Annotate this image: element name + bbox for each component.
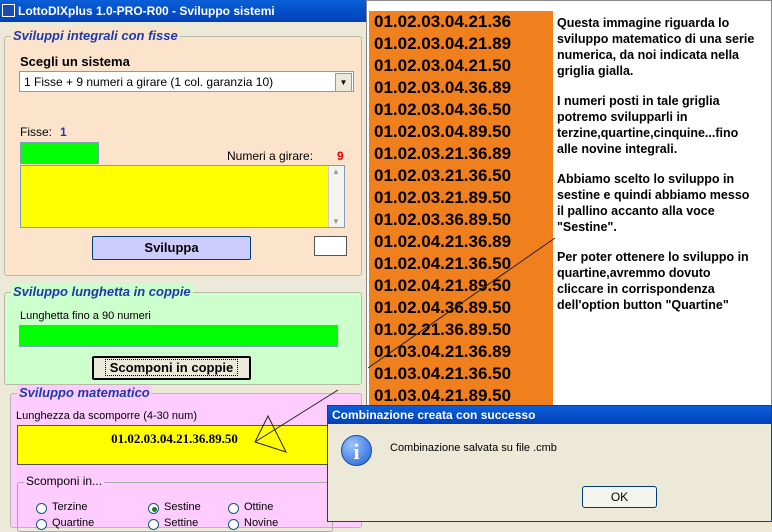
system-select[interactable]: 1 Fisse + 9 numeri a girare (1 col. gara…	[19, 71, 354, 92]
girare-label: Numeri a girare:	[227, 149, 314, 163]
scomponi-in-group: Scomponi in... Terzine Sestine Ottine Qu…	[17, 474, 333, 532]
sviluppa-button-label: Sviluppa	[144, 240, 199, 255]
radio-quartine-label: Quartine	[52, 517, 95, 529]
dialog-message: Combinazione salvata su file .cmb	[390, 442, 557, 454]
scomponi-coppie-label: Scomponi in coppie	[104, 359, 239, 376]
radio-novine[interactable]	[228, 519, 239, 530]
radio-ottine[interactable]	[228, 503, 239, 514]
girare-numbers-textarea[interactable]: ▲ ▼	[20, 165, 345, 228]
lunghezza-label: Lunghezza da scomporre (4-30 num)	[16, 410, 197, 422]
radio-sestine[interactable]	[148, 503, 159, 514]
explanation-paragraph: I numeri posti in tale griglia potremo s…	[557, 94, 739, 156]
dialog-title: Combinazione creata con successo	[332, 408, 536, 422]
result-row: 01.02.03.04.21.50	[374, 56, 512, 75]
explanation-paragraph: Per poter ottenere lo sviluppo in quarti…	[557, 250, 749, 312]
scroll-up-icon[interactable]: ▲	[332, 167, 340, 176]
result-row: 01.02.03.04.21.89	[374, 34, 512, 53]
title-bar[interactable]: LottoDIXplus 1.0-PRO-R00 - Sviluppo sist…	[0, 0, 366, 22]
scomponi-in-legend: Scomponi in...	[24, 474, 105, 488]
result-row: 01.02.03.04.21.36	[374, 12, 512, 31]
scomponi-coppie-button[interactable]: Scomponi in coppie	[92, 356, 251, 380]
message-dialog: Combinazione creata con successo i Combi…	[327, 405, 772, 522]
fisse-input[interactable]	[20, 142, 99, 164]
ok-button-label: OK	[610, 490, 629, 504]
radio-terzine[interactable]	[36, 503, 47, 514]
fisse-count: 1	[60, 125, 67, 139]
result-row: 01.02.03.21.36.50	[374, 166, 512, 185]
group-matematico-legend: Sviluppo matematico	[17, 385, 152, 400]
radio-settine-label: Settine	[164, 517, 199, 529]
system-select-value: 1 Fisse + 9 numeri a girare (1 col. gara…	[24, 75, 274, 89]
app-icon	[2, 4, 15, 17]
radio-novine-label: Novine	[244, 517, 279, 529]
radio-ottine-label: Ottine	[244, 501, 274, 513]
result-row: 01.02.03.21.89.50	[374, 188, 512, 207]
radio-settine[interactable]	[148, 519, 159, 530]
chevron-down-icon[interactable]: ▼	[335, 73, 352, 92]
fisse-label: Fisse:	[20, 125, 53, 139]
window-title: LottoDIXplus 1.0-PRO-R00 - Sviluppo sist…	[18, 4, 275, 18]
result-row: 01.02.03.21.36.89	[374, 144, 512, 163]
group-integrali-legend: Sviluppi integrali con fisse	[11, 28, 180, 43]
girare-count: 9	[337, 149, 344, 163]
explanation-text: Questa immagine riguarda lo sviluppo mat…	[557, 15, 757, 327]
result-row: 01.02.03.36.89.50	[374, 210, 512, 229]
group-lunghetta-legend: Sviluppo lunghetta in coppie	[11, 284, 193, 299]
result-row: 01.02.03.04.36.89	[374, 78, 512, 97]
radio-sestine-label: Sestine	[164, 501, 201, 513]
info-icon: i	[341, 435, 372, 466]
result-row: 01.02.03.04.36.50	[374, 100, 512, 119]
ok-button[interactable]: OK	[582, 486, 657, 508]
radio-terzine-label: Terzine	[52, 501, 88, 513]
choose-system-label: Scegli un sistema	[20, 54, 130, 69]
textarea-scrollbar[interactable]: ▲ ▼	[328, 166, 344, 227]
scroll-down-icon[interactable]: ▼	[332, 217, 340, 226]
sviluppa-button[interactable]: Sviluppa	[92, 236, 251, 260]
radio-quartine[interactable]	[36, 519, 47, 530]
explanation-paragraph: Questa immagine riguarda lo sviluppo mat…	[557, 16, 755, 78]
lunghetta-label: Lunghetta fino a 90 numeri	[20, 310, 151, 322]
result-row: 01.02.03.04.89.50	[374, 122, 512, 141]
explanation-paragraph: Abbiamo scelto lo sviluppo in sestine e …	[557, 172, 750, 234]
dialog-title-bar[interactable]: Combinazione creata con successo	[328, 406, 771, 424]
